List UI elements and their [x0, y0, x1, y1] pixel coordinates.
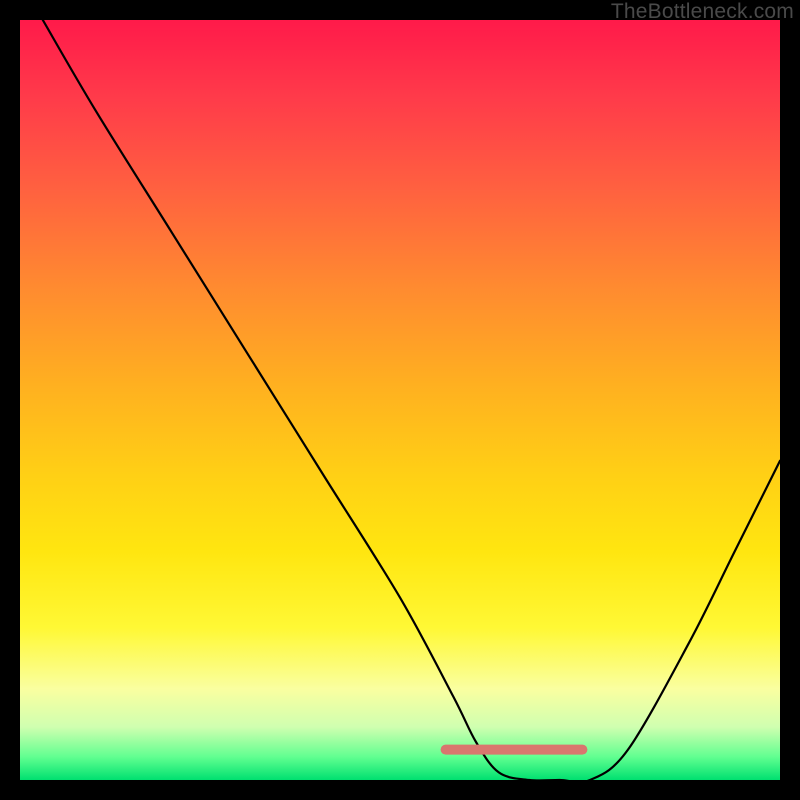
- chart-svg: [20, 20, 780, 780]
- watermark-text: TheBottleneck.com: [611, 0, 794, 24]
- chart-plot-area: [20, 20, 780, 780]
- bottleneck-curve-path: [43, 20, 780, 780]
